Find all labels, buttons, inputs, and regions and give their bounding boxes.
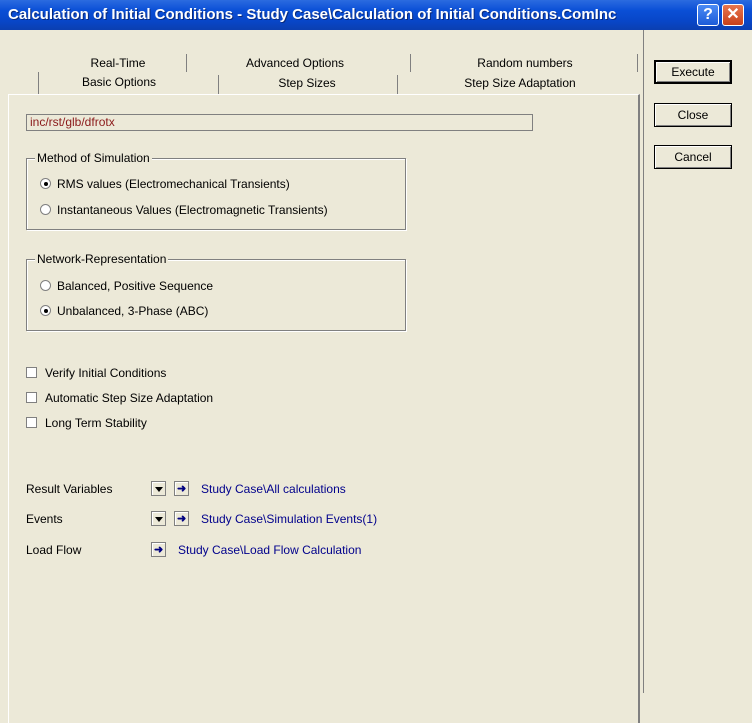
close-window-button[interactable]: ✕	[722, 4, 744, 26]
events-jump-button[interactable]: ➜	[174, 511, 189, 526]
result-variables-dropdown-button[interactable]	[151, 481, 166, 496]
tab-divider	[397, 75, 398, 94]
arrow-right-icon: ➜	[177, 513, 187, 525]
arrow-right-icon: ➜	[177, 483, 187, 495]
load-flow-label: Load Flow	[26, 543, 82, 557]
parameter-path-field[interactable]: inc/rst/glb/dfrotx	[26, 114, 533, 131]
unbalanced-radio-label: Unbalanced, 3-Phase (ABC)	[57, 304, 209, 318]
rms-radio-label: RMS values (Electromechanical Transients…	[57, 177, 290, 191]
dialog-window: Calculation of Initial Conditions - Stud…	[0, 0, 752, 723]
arrow-right-icon: ➜	[154, 544, 164, 556]
load-flow-link[interactable]: Study Case\Load Flow Calculation	[178, 543, 361, 557]
result-variables-label: Result Variables	[26, 482, 113, 496]
radio-unselected[interactable]	[40, 204, 51, 215]
close-button[interactable]: Close	[654, 103, 732, 127]
window-title: Calculation of Initial Conditions - Stud…	[8, 6, 617, 23]
method-of-simulation-group: Method of Simulation	[26, 151, 406, 230]
result-variables-link[interactable]: Study Case\All calculations	[201, 482, 346, 496]
chevron-down-icon	[155, 487, 163, 492]
instantaneous-radio-label: Instantaneous Values (Electromagnetic Tr…	[57, 203, 328, 217]
tab-basic-options[interactable]: Basic Options	[40, 71, 198, 93]
help-button[interactable]: ?	[697, 4, 719, 26]
tab-divider	[186, 54, 187, 72]
verify-initial-conditions-checkbox[interactable]: Verify Initial Conditions	[26, 366, 166, 380]
tab-step-sizes[interactable]: Step Sizes	[222, 74, 392, 93]
checkbox-box[interactable]	[26, 392, 37, 403]
tab-advanced-options[interactable]: Advanced Options	[190, 55, 400, 72]
tab-divider	[637, 54, 638, 72]
checkbox-label: Automatic Step Size Adaptation	[45, 391, 214, 405]
checkbox-label: Verify Initial Conditions	[45, 366, 167, 380]
events-link[interactable]: Study Case\Simulation Events(1)	[201, 512, 377, 526]
radio-selected[interactable]	[40, 178, 51, 189]
result-variables-jump-button[interactable]: ➜	[174, 481, 189, 496]
instantaneous-radio[interactable]: Instantaneous Values (Electromagnetic Tr…	[40, 203, 328, 217]
balanced-radio[interactable]: Balanced, Positive Sequence	[40, 279, 213, 293]
tab-real-time[interactable]: Real-Time	[58, 55, 178, 72]
tab-step-size-adaptation[interactable]: Step Size Adaptation	[400, 74, 640, 93]
radio-selected[interactable]	[40, 305, 51, 316]
events-label: Events	[26, 512, 63, 526]
checkbox-label: Long Term Stability	[45, 416, 147, 430]
tab-divider	[410, 54, 411, 72]
unbalanced-radio[interactable]: Unbalanced, 3-Phase (ABC)	[40, 304, 208, 318]
network-representation-group: Network-Representation	[26, 252, 406, 331]
execute-button[interactable]: Execute	[654, 60, 732, 84]
load-flow-jump-button[interactable]: ➜	[151, 542, 166, 557]
tab-random-numbers[interactable]: Random numbers	[420, 55, 630, 72]
events-dropdown-button[interactable]	[151, 511, 166, 526]
group-legend: Network-Representation	[35, 252, 169, 266]
automatic-step-size-checkbox[interactable]: Automatic Step Size Adaptation	[26, 391, 213, 405]
long-term-stability-checkbox[interactable]: Long Term Stability	[26, 416, 147, 430]
rms-radio[interactable]: RMS values (Electromechanical Transients…	[40, 177, 290, 191]
checkbox-box[interactable]	[26, 367, 37, 378]
panel-divider	[643, 30, 644, 693]
tab-divider	[218, 75, 219, 94]
checkbox-box[interactable]	[26, 417, 37, 428]
group-legend: Method of Simulation	[35, 151, 152, 165]
title-bar: Calculation of Initial Conditions - Stud…	[0, 0, 752, 30]
cancel-button[interactable]: Cancel	[654, 145, 732, 169]
chevron-down-icon	[155, 517, 163, 522]
tab-divider	[38, 72, 39, 94]
radio-unselected[interactable]	[40, 280, 51, 291]
balanced-radio-label: Balanced, Positive Sequence	[57, 279, 214, 293]
